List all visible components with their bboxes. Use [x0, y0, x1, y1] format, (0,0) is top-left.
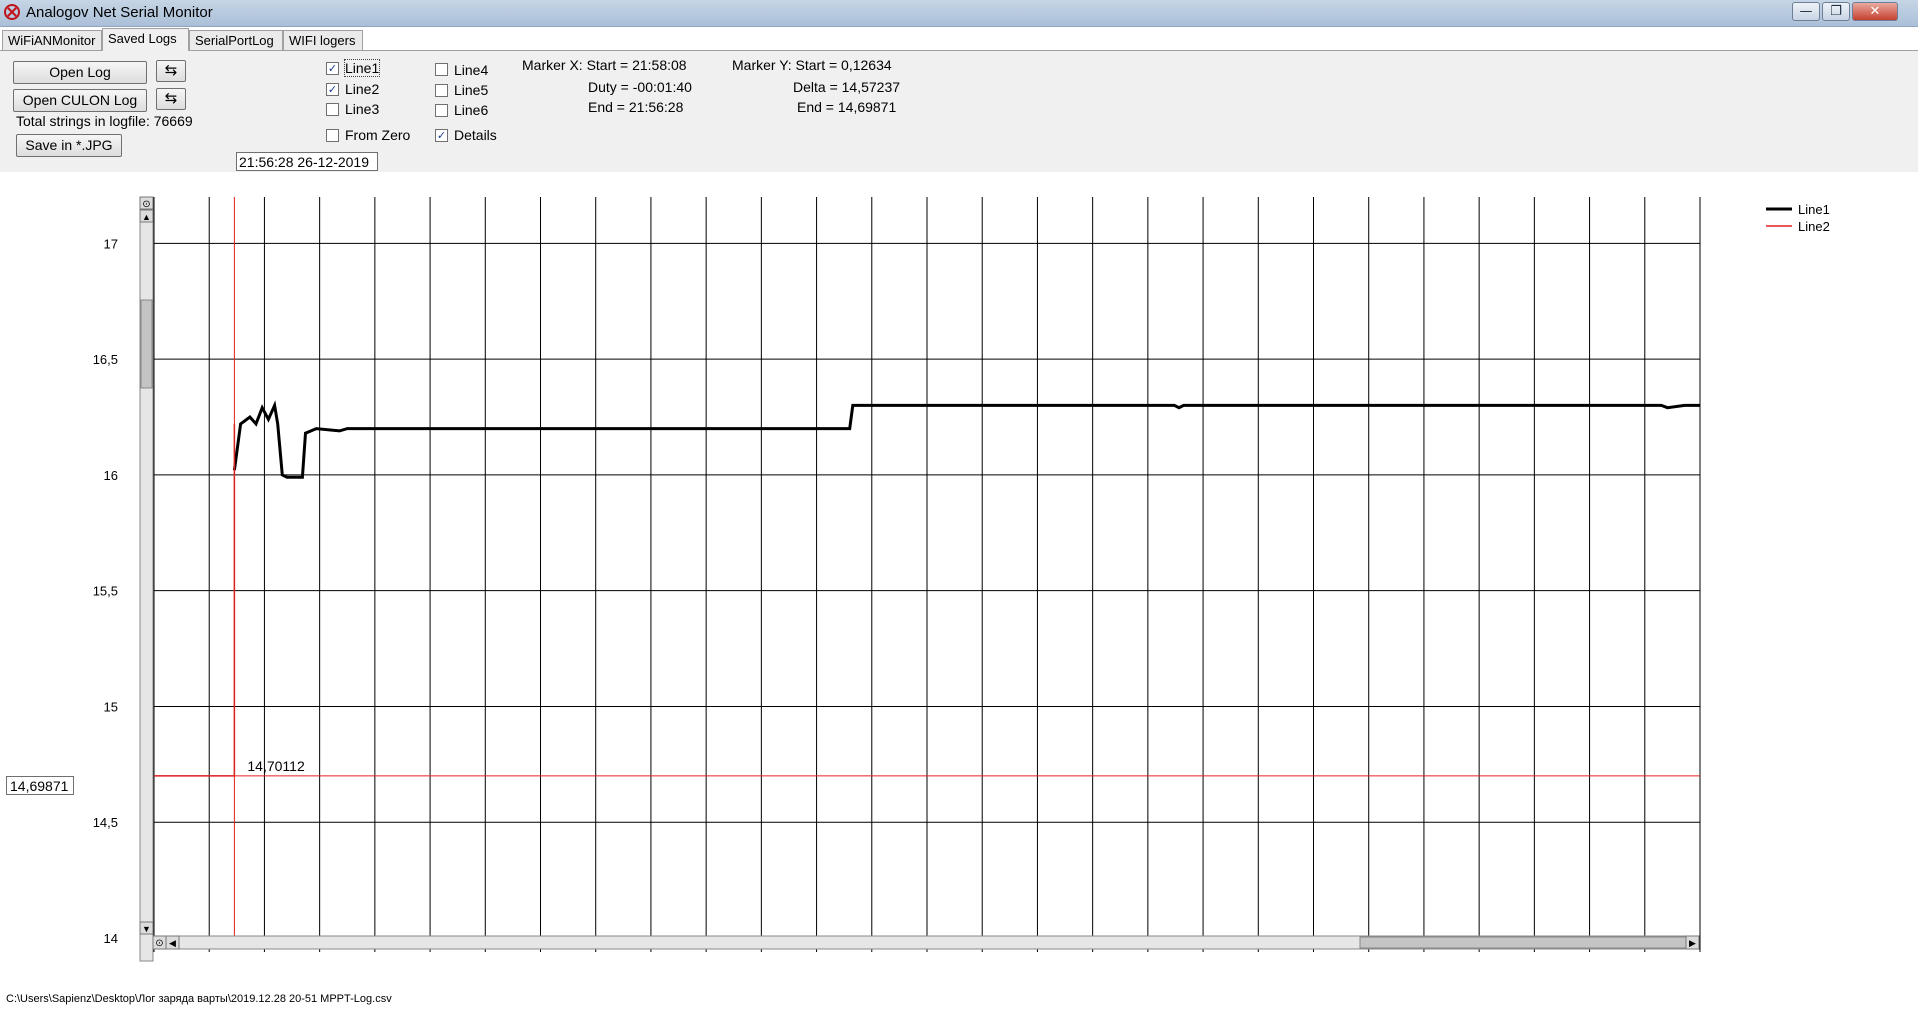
- y-tick-label: 15,5: [93, 584, 118, 599]
- open-log-button[interactable]: Open Log: [13, 61, 147, 84]
- scroll-down-icon: ▼: [142, 924, 151, 934]
- refresh-culon-button[interactable]: ⇆: [156, 88, 186, 110]
- checkbox-from-zero-label: From Zero: [345, 127, 411, 143]
- marker-y-start: Marker Y: Start = 0,12634: [732, 57, 892, 73]
- checkbox-line2-label: Line2: [345, 81, 380, 97]
- scroll-up-icon: ▲: [142, 212, 151, 222]
- legend-label-line2: Line2: [1798, 219, 1830, 234]
- line-chart[interactable]: 14 14,5 15 15,5 16 16,5 17 14,70112 Line1 Line2…: [0, 172, 1918, 992]
- scroll-left-icon: ◀: [169, 938, 176, 948]
- checkbox-line1-box[interactable]: ✓: [326, 62, 339, 75]
- window-title: Analogov Net Serial Monitor: [26, 4, 213, 21]
- plot-area[interactable]: 14 14,5 15 15,5 16 16,5 17 14,70112 Line1 Line2…: [0, 172, 1918, 992]
- chart-legend: Line1 Line2: [1766, 202, 1830, 234]
- date-time-field[interactable]: 21:56:28 26-12-2019: [236, 152, 378, 171]
- checkbox-line1-label: Line1: [343, 59, 381, 77]
- legend-label-line1: Line1: [1798, 202, 1830, 217]
- marker-x-duty: Duty = -00:01:40: [588, 79, 692, 95]
- vertical-scrollbar[interactable]: ⊙ ▲ ▼: [139, 196, 154, 962]
- scroll-right-icon: ▶: [1689, 938, 1696, 948]
- checkbox-line5-box[interactable]: [435, 84, 448, 97]
- tab-serialportlog[interactable]: SerialPortLog: [189, 30, 283, 50]
- marker-y-delta: Delta = 14,57237: [793, 79, 901, 95]
- checkbox-line2-box[interactable]: ✓: [326, 83, 339, 96]
- checkbox-details-label: Details: [454, 127, 497, 143]
- y-axis-ticks: 14 14,5 15 15,5 16 16,5 17: [93, 236, 118, 946]
- chart-grid: [142, 197, 1701, 952]
- marker-y-end: End = 14,69871: [797, 99, 897, 115]
- series-line-line2: [154, 423, 236, 777]
- checkbox-line5-label: Line5: [454, 82, 489, 98]
- refresh-log-button[interactable]: ⇆: [156, 60, 186, 82]
- minimize-button[interactable]: —: [1792, 2, 1820, 21]
- checkbox-line4-box[interactable]: [435, 63, 448, 76]
- checkbox-details-box[interactable]: ✓: [435, 129, 448, 142]
- y-tick-label: 15: [104, 699, 118, 714]
- total-strings-label: Total strings in logfile: 76669: [16, 113, 193, 129]
- y-tick-label: 16,5: [93, 352, 118, 367]
- save-jpg-button[interactable]: Save in *.JPG: [16, 134, 122, 157]
- tab-wifianmonitor[interactable]: WiFiANMonitor: [2, 30, 102, 50]
- maximize-button[interactable]: ❐: [1822, 2, 1850, 21]
- tab-saved-logs[interactable]: Saved Logs: [102, 28, 189, 51]
- y-tick-label: 14: [104, 931, 118, 946]
- open-culon-log-button[interactable]: Open CULON Log: [13, 89, 147, 112]
- zoom-icon: ⊙: [142, 199, 150, 210]
- checkbox-from-zero-box[interactable]: [326, 129, 339, 142]
- y-cursor-value-field[interactable]: 14,69871: [6, 776, 74, 795]
- hzoom-icon: ⊙: [155, 938, 163, 949]
- checkbox-line6-box[interactable]: [435, 104, 448, 117]
- y-tick-label: 17: [104, 236, 118, 251]
- horizontal-scrollbar[interactable]: ⊙ ◀ ▶: [152, 935, 1700, 950]
- marker-value-label: 14,70112: [247, 758, 305, 774]
- title-bar: Analogov Net Serial Monitor — ❐ ✕: [0, 0, 1918, 27]
- vertical-scroll-thumb[interactable]: [140, 299, 153, 389]
- app-logo-icon: [4, 4, 20, 20]
- status-file-path: C:\Users\Sapienz\Desktop\Лог заряда варт…: [6, 993, 392, 1005]
- marker-x-start: Marker X: Start = 21:58:08: [522, 57, 687, 73]
- series-line-line1: [232, 400, 1700, 479]
- horizontal-scroll-thumb[interactable]: [1359, 936, 1687, 949]
- checkbox-line3-label: Line3: [345, 101, 380, 117]
- y-tick-label: 14,5: [93, 815, 118, 830]
- checkbox-line3-box[interactable]: [326, 103, 339, 116]
- tab-wifi-logers[interactable]: WIFI logers: [283, 30, 363, 50]
- checkbox-line6-label: Line6: [454, 102, 489, 118]
- marker-x-end: End = 21:56:28: [588, 99, 684, 115]
- checkbox-line4-label: Line4: [454, 62, 489, 78]
- y-tick-label: 16: [104, 468, 118, 483]
- close-button[interactable]: ✕: [1852, 2, 1898, 21]
